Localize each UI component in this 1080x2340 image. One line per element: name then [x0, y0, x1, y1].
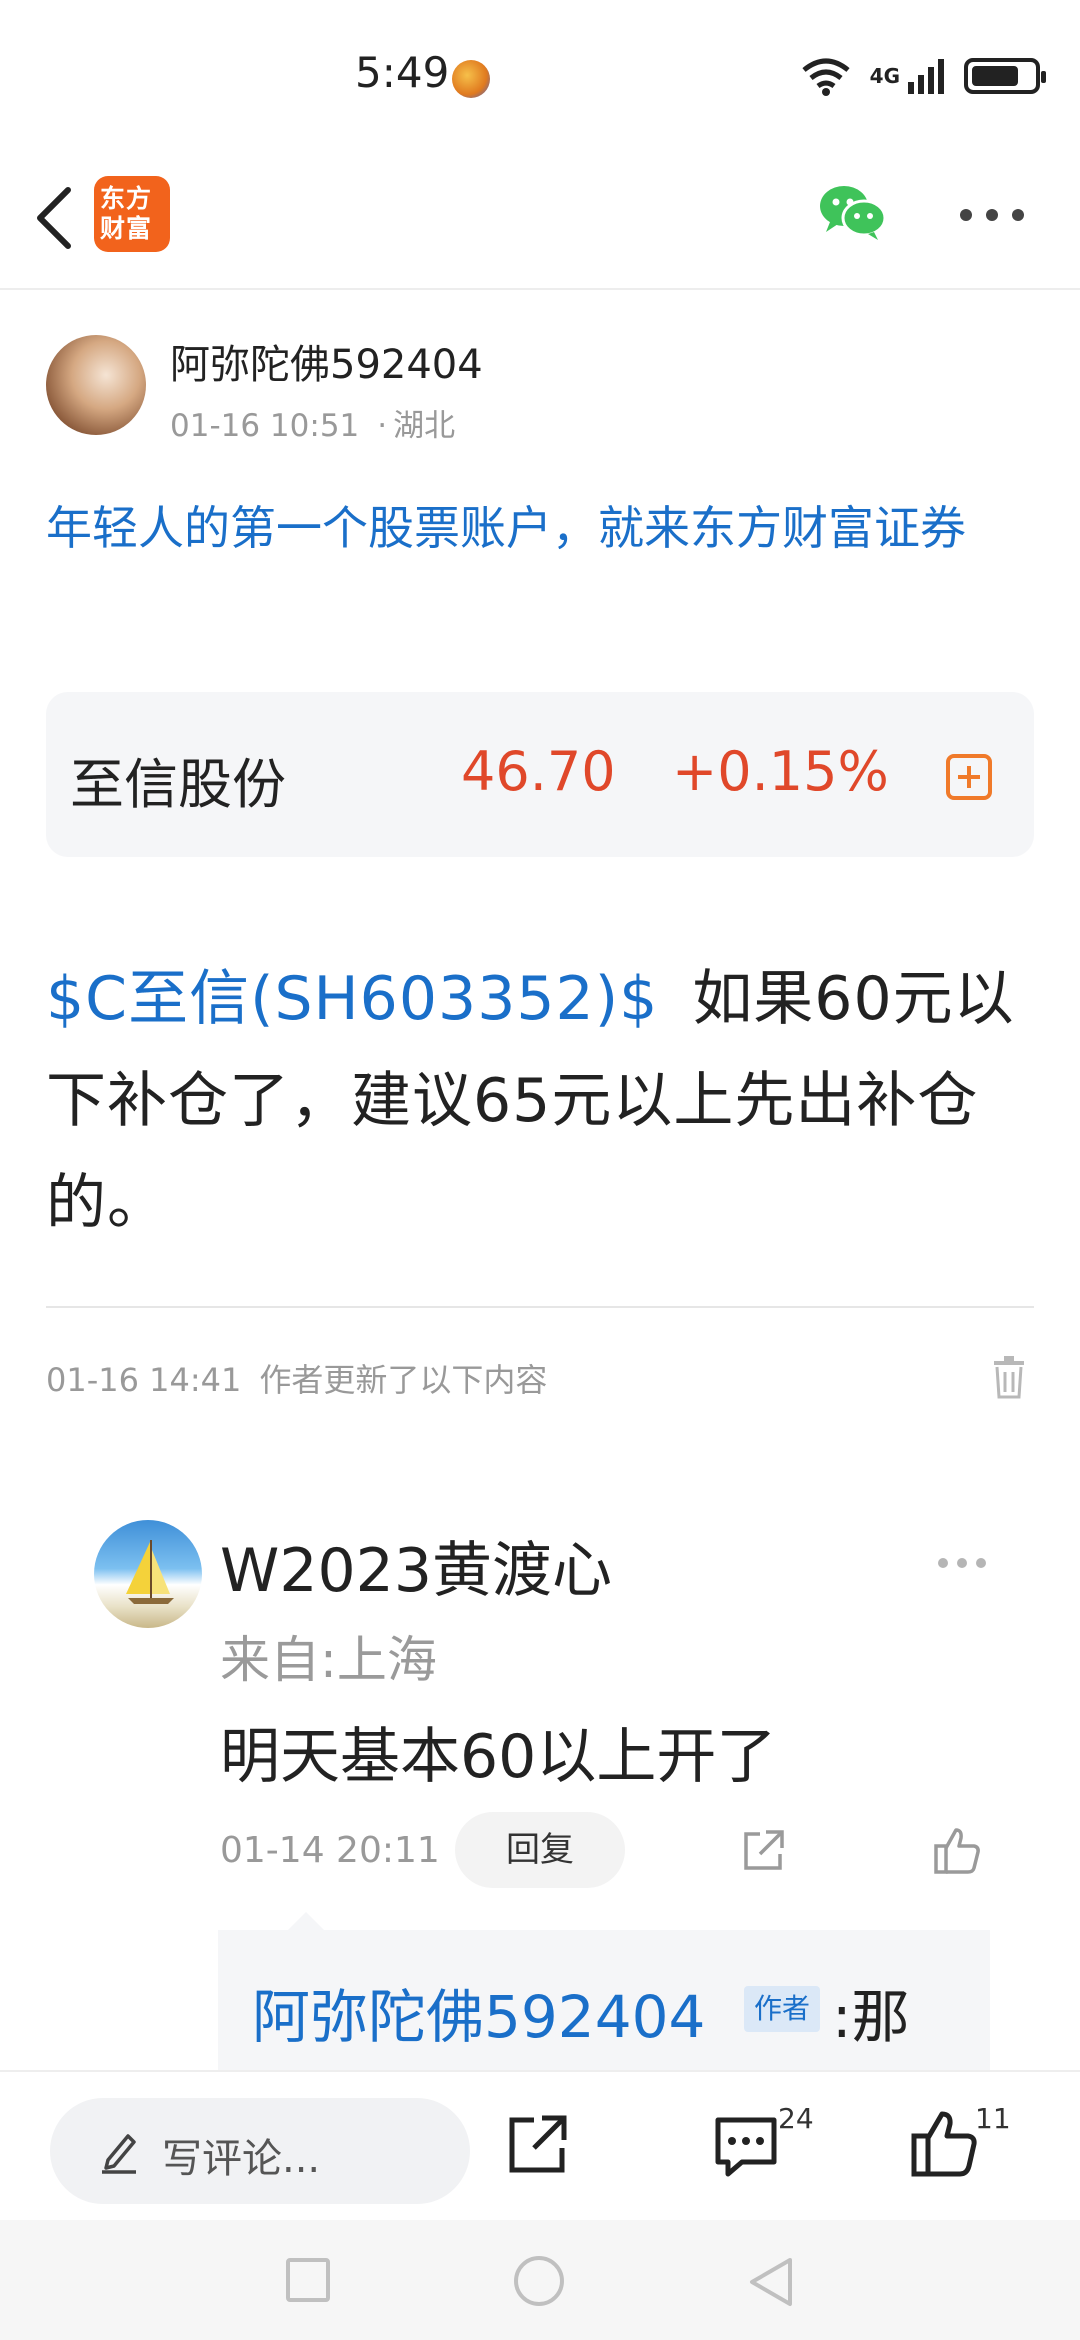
update-notice: 01-16 14:41 作者更新了以下内容 [46, 1355, 547, 1401]
logo-text-line2: 财富 [100, 214, 153, 243]
nav-back-icon[interactable] [744, 2254, 798, 2310]
thumbs-up-icon[interactable] [910, 2108, 978, 2178]
comment-more-button[interactable] [938, 1558, 986, 1572]
commenter-location: 来自:上海 [220, 1631, 437, 1689]
nested-reply-box[interactable]: 阿弥陀佛592404 作者 :那 [218, 1930, 990, 2070]
app-logo[interactable]: 东方 财富 [94, 176, 170, 252]
wechat-share-icon[interactable] [816, 180, 888, 244]
comment-text: 明天基本60以上开了 [220, 1722, 777, 1792]
system-navigation-bar [0, 2220, 1080, 2340]
app-header: 东方 财富 [0, 150, 1080, 290]
dot-icon [1012, 209, 1024, 221]
status-bar: 5:49 4G [0, 0, 1080, 150]
stock-card[interactable]: 至信股份 46.70 +0.15% [46, 692, 1034, 857]
comment-placeholder: 写评论... [162, 2136, 321, 2182]
author-name[interactable]: 阿弥陀佛592404 [170, 332, 483, 390]
add-to-watchlist-icon[interactable] [946, 754, 992, 800]
back-arrow-icon[interactable] [24, 178, 94, 258]
recent-apps-icon[interactable] [286, 2258, 330, 2302]
stock-tag-link[interactable]: $C至信(SH603352)$ [46, 964, 658, 1034]
comments-count: 24 [778, 2102, 814, 2135]
dot-icon [986, 209, 998, 221]
stock-name: 至信股份 [70, 753, 286, 816]
signal-icon [908, 59, 944, 94]
more-options-button[interactable] [960, 200, 1024, 230]
share-icon[interactable] [740, 1828, 786, 1874]
author-avatar[interactable] [46, 335, 146, 435]
status-icons: 4G [800, 56, 1046, 96]
promo-link[interactable]: 年轻人的第一个股票账户，就来东方财富证券 [46, 490, 1041, 566]
post-timestamp: 01-16 10:51 [170, 408, 360, 444]
dot-icon [938, 1558, 948, 1568]
share-icon[interactable] [506, 2112, 570, 2176]
battery-icon [964, 58, 1046, 94]
reply-box-notch [288, 1912, 324, 1930]
post-location: 湖北 [393, 408, 456, 444]
pencil-icon [102, 2134, 136, 2174]
network-type-label: 4G [869, 64, 900, 88]
update-timestamp: 01-16 14:41 [46, 1361, 242, 1399]
stock-price: 46.70 [461, 740, 616, 803]
likes-count: 11 [975, 2102, 1011, 2135]
reply-author-name[interactable]: 阿弥陀佛592404 [252, 1970, 705, 2054]
update-text: 作者更新了以下内容 [259, 1361, 548, 1399]
comment-bubble-icon[interactable] [712, 2112, 780, 2180]
dot-icon [976, 1558, 986, 1568]
logo-text-line1: 东方 [100, 184, 153, 213]
notification-app-icon [452, 60, 490, 98]
divider [46, 1306, 1034, 1308]
dot-icon [960, 209, 972, 221]
wifi-icon [802, 58, 850, 96]
author-badge: 作者 [744, 1986, 821, 2032]
write-comment-input[interactable]: 写评论... [50, 2098, 470, 2204]
commenter-avatar[interactable] [94, 1520, 202, 1628]
trash-icon[interactable] [992, 1355, 1026, 1399]
commenter-name[interactable]: W2023黄渡心 [220, 1522, 612, 1609]
post-meta: 01-16 10:51 · 湖北 [170, 408, 456, 444]
reply-text: :那 [832, 1983, 910, 2051]
post-body: $C至信(SH603352)$ 如果60元以下补仓了，建议65元以上先出补仓的。 [46, 948, 1041, 1254]
comment-timestamp: 01-14 20:11 [220, 1830, 440, 1871]
thumbs-up-icon[interactable] [932, 1826, 982, 1876]
stock-change: +0.15% [672, 740, 889, 803]
bottom-action-bar: 写评论... 24 11 [0, 2070, 1080, 2220]
home-icon[interactable] [514, 2256, 564, 2306]
status-time: 5:49 [355, 48, 450, 97]
reply-button[interactable]: 回复 [455, 1812, 625, 1888]
dot-icon [957, 1558, 967, 1568]
